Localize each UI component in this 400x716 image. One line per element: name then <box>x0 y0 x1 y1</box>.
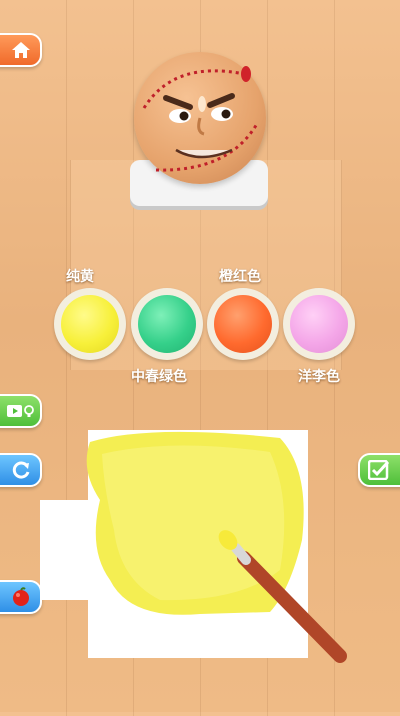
video-hint-button[interactable] <box>0 394 42 428</box>
paint-label-green: 中春绿色 <box>131 369 187 385</box>
paint-pot-pink[interactable] <box>283 288 355 360</box>
painting-canvas[interactable] <box>40 430 310 658</box>
replay-button[interactable] <box>0 453 42 487</box>
paint-pot-green[interactable] <box>131 288 203 360</box>
paint-label-pink: 洋李色 <box>298 369 340 385</box>
home-icon <box>12 42 30 58</box>
paint-pot-orange[interactable] <box>207 288 279 360</box>
apple-button[interactable] <box>0 580 42 614</box>
home-button[interactable] <box>0 33 42 67</box>
confirm-button[interactable] <box>358 453 400 487</box>
checkmark-icon <box>368 460 390 480</box>
paint-label-orange: 橙红色 <box>219 269 261 285</box>
replay-icon <box>12 461 30 479</box>
apple-icon <box>13 587 29 606</box>
paint-pot-yellow[interactable] <box>54 288 126 360</box>
baseball-character <box>134 52 266 184</box>
video-hint-icon <box>7 405 34 417</box>
paint-label-yellow: 纯黄 <box>66 269 94 285</box>
